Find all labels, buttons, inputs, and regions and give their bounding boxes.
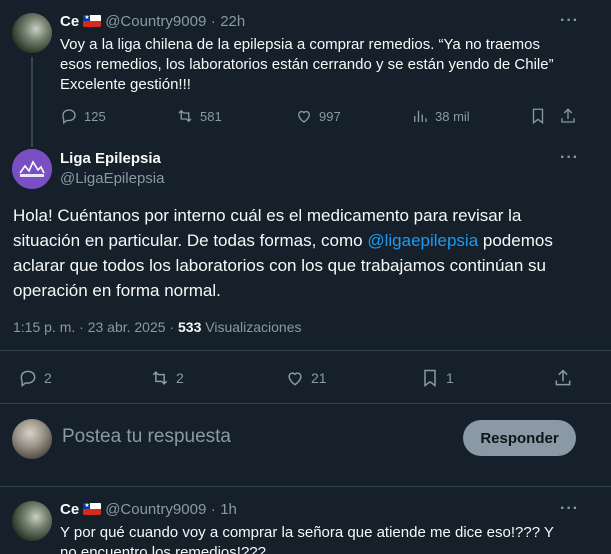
heart-icon bbox=[288, 372, 302, 386]
mention-link[interactable]: @ligaepilepsia bbox=[367, 231, 478, 250]
repost-icon bbox=[152, 371, 168, 385]
views-button[interactable]: 38 mil bbox=[411, 107, 470, 125]
repost-count: 581 bbox=[200, 108, 222, 124]
more-options-icon[interactable]: ··· bbox=[560, 12, 579, 30]
reply-count: 2 bbox=[44, 370, 52, 386]
bookmark-icon bbox=[424, 369, 436, 387]
author-handle[interactable]: @Country9009 bbox=[105, 501, 206, 518]
like-count: 997 bbox=[319, 108, 341, 124]
reply-input[interactable] bbox=[62, 426, 442, 448]
author-name[interactable]: Ce bbox=[60, 501, 79, 518]
reply-button[interactable]: 125 bbox=[60, 107, 106, 125]
share-button[interactable] bbox=[553, 368, 573, 388]
tweet-text-segment: podemos bbox=[478, 231, 553, 250]
tweet-text-line: operación en forma normal. bbox=[13, 281, 221, 300]
bookmark-button[interactable] bbox=[529, 107, 547, 125]
reply-count: 125 bbox=[84, 108, 106, 124]
author-handle[interactable]: @LigaEpilepsia bbox=[60, 170, 164, 187]
tweet-text-line: Y por qué cuando voy a comprar la señora… bbox=[60, 524, 554, 541]
tweet-text-line: Hola! Cuéntanos por interno cuál es el m… bbox=[13, 206, 522, 225]
chile-flag-icon: ★ bbox=[83, 503, 102, 515]
tweet-text-line: no encuentro los remedios!??? bbox=[60, 544, 266, 554]
repost-button[interactable]: 581 bbox=[176, 107, 222, 125]
divider bbox=[0, 350, 611, 351]
avatar[interactable] bbox=[12, 501, 52, 541]
tweet-text: Voy a la liga chilena de la epilepsia a … bbox=[60, 35, 600, 95]
divider bbox=[0, 486, 611, 487]
views-label: Visualizaciones bbox=[201, 319, 302, 335]
author-name[interactable]: Liga Epilepsia bbox=[60, 150, 161, 167]
more-options-icon[interactable]: ··· bbox=[560, 149, 579, 167]
separator: · bbox=[210, 501, 216, 518]
avatar[interactable] bbox=[12, 13, 52, 53]
tweet-header: Ce ★ @Country9009 · 22h bbox=[60, 13, 245, 31]
tweet-text-line: esos remedios, los laboratorios están ce… bbox=[60, 56, 554, 73]
more-options-icon[interactable]: ··· bbox=[560, 500, 579, 518]
reply-button[interactable]: 2 bbox=[18, 368, 52, 388]
reply-icon bbox=[20, 370, 36, 387]
share-icon bbox=[561, 108, 575, 123]
views-count: 533 bbox=[178, 319, 202, 335]
tweet-text: Y por qué cuando voy a comprar la señora… bbox=[60, 523, 600, 554]
tweet-text-line: situación en particular. De todas formas… bbox=[13, 228, 603, 253]
views-count: 38 mil bbox=[435, 108, 470, 124]
tweet-text-line: Excelente gestión!!! bbox=[60, 76, 191, 93]
tweet-text-line: Voy a la liga chilena de la epilepsia a … bbox=[60, 36, 540, 53]
like-count: 21 bbox=[311, 370, 327, 386]
chile-flag-icon: ★ bbox=[83, 15, 102, 27]
reply-icon bbox=[62, 109, 76, 125]
bookmark-count: 1 bbox=[446, 370, 454, 386]
like-button[interactable]: 997 bbox=[295, 107, 341, 125]
repost-button[interactable]: 2 bbox=[150, 368, 184, 388]
divider bbox=[0, 403, 611, 404]
separator: · bbox=[210, 13, 216, 30]
bookmark-button[interactable]: 1 bbox=[420, 368, 454, 388]
liga-logo-icon bbox=[12, 149, 52, 189]
tweet-text: Hola! Cuéntanos por interno cuál es el m… bbox=[13, 203, 603, 303]
author-name[interactable]: Ce bbox=[60, 13, 79, 30]
tweet-meta: 1:15 p. m. · 23 abr. 2025 · 533 Visualiz… bbox=[13, 319, 302, 335]
reply-submit-button[interactable]: Responder bbox=[463, 420, 576, 456]
share-button[interactable] bbox=[559, 107, 577, 125]
bookmark-icon bbox=[532, 108, 544, 125]
tweet-time[interactable]: 22h bbox=[220, 13, 245, 30]
timestamp[interactable]: 1:15 p. m. · 23 abr. 2025 · bbox=[13, 319, 178, 335]
tweet-header: Ce ★ @Country9009 · 1h bbox=[60, 501, 237, 519]
tweet-text-line: aclarar que todos los laboratorios con l… bbox=[13, 256, 546, 275]
heart-icon bbox=[298, 110, 310, 123]
tweet-text-segment: situación en particular. De todas formas… bbox=[13, 231, 368, 250]
author-handle[interactable]: @Country9009 bbox=[105, 13, 206, 30]
share-icon bbox=[555, 369, 571, 386]
avatar[interactable] bbox=[12, 149, 52, 189]
thread-connector bbox=[31, 57, 33, 147]
like-button[interactable]: 21 bbox=[285, 368, 327, 388]
tweet-time[interactable]: 1h bbox=[220, 501, 237, 518]
repost-count: 2 bbox=[176, 370, 184, 386]
avatar[interactable] bbox=[12, 419, 52, 459]
repost-icon bbox=[178, 109, 192, 123]
analytics-icon bbox=[414, 110, 427, 122]
